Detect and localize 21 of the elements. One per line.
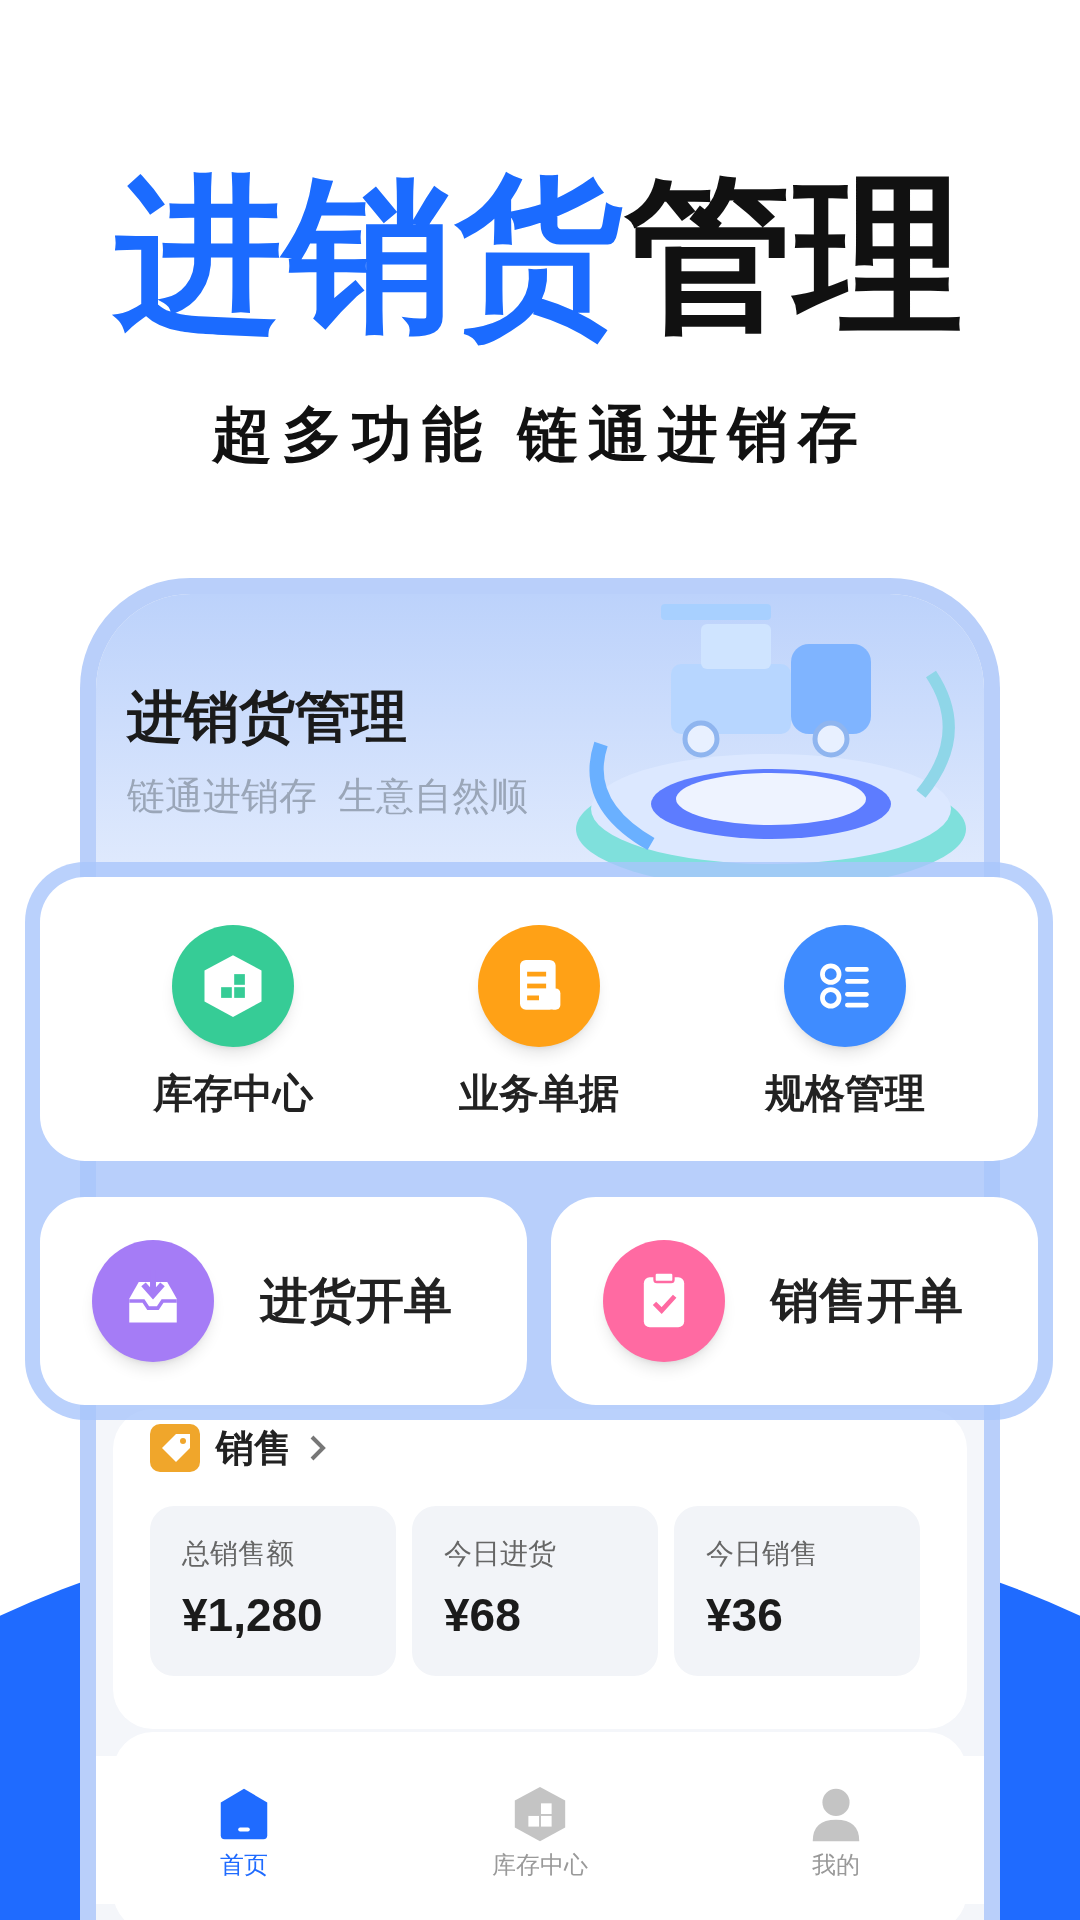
- section-title[interactable]: 销售: [216, 1429, 292, 1467]
- banner-slogan: 链通进销存 生意自然顺: [127, 777, 530, 815]
- stat-value: ¥36: [706, 1592, 784, 1638]
- banner-title: 进销货管理: [127, 689, 408, 745]
- stat-value: ¥1,280: [182, 1592, 324, 1638]
- action-card[interactable]: 销售开单: [551, 1197, 1038, 1405]
- action-card[interactable]: 进货开单: [40, 1197, 527, 1405]
- stat-label: 今日销售: [706, 1540, 819, 1568]
- action-label: 进货开单: [260, 1277, 452, 1326]
- stat-label: 总销售额: [182, 1540, 295, 1568]
- chevron-right-icon[interactable]: [308, 1433, 328, 1463]
- shortcut-label[interactable]: 规格管理: [765, 1073, 925, 1114]
- shortcut-label[interactable]: 业务单据: [459, 1073, 619, 1114]
- headline-text: 管理: [625, 160, 965, 351]
- tab-item[interactable]: 首页: [144, 1783, 344, 1877]
- action-label: 销售开单: [771, 1277, 963, 1326]
- stat-label: 今日进货: [444, 1540, 557, 1568]
- shortcut-label[interactable]: 库存中心: [153, 1073, 313, 1114]
- tag-icon: [150, 1424, 200, 1472]
- stat-value: ¥68: [444, 1592, 522, 1638]
- subheadline: 超多功能 链通进销存: [210, 405, 870, 465]
